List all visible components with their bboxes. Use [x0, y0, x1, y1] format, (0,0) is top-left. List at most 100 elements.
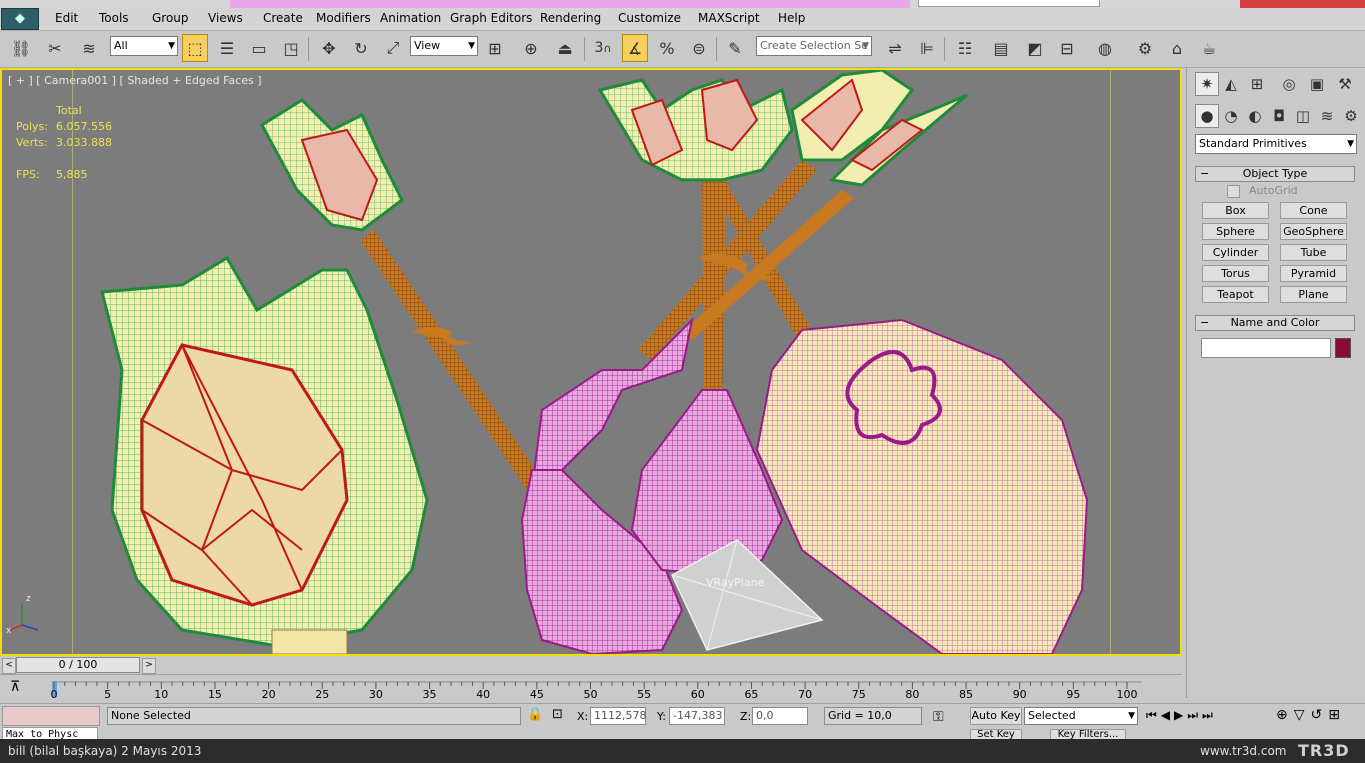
help-search-field[interactable]: [918, 0, 1100, 7]
x-coordinate-field[interactable]: 1112,578: [590, 707, 647, 725]
unlink-icon[interactable]: ✂: [42, 34, 68, 62]
geometry-category-icon[interactable]: ●: [1195, 104, 1219, 128]
key-selection-dropdown[interactable]: Selected ▼: [1024, 707, 1138, 725]
edit-named-selection-icon[interactable]: ✎: [722, 34, 748, 62]
title-bar: [0, 0, 1365, 8]
reference-coordinate-dropdown[interactable]: View ▼: [410, 36, 478, 56]
window-controls[interactable]: [1240, 0, 1365, 8]
material-editor-icon[interactable]: ◍: [1092, 34, 1118, 62]
menu-group[interactable]: Group: [152, 11, 189, 25]
auto-key-button[interactable]: Auto Key: [970, 707, 1022, 725]
geosphere-button[interactable]: GeoSphere: [1280, 223, 1347, 240]
cylinder-button[interactable]: Cylinder: [1202, 244, 1269, 261]
link-icon[interactable]: ⛓: [8, 34, 34, 62]
teapot-button[interactable]: Teapot: [1202, 286, 1269, 303]
motion-tab-icon[interactable]: ◎: [1277, 72, 1301, 96]
select-move-icon[interactable]: ✥: [316, 34, 342, 62]
align-icon[interactable]: ⊫: [914, 34, 940, 62]
autogrid-checkbox[interactable]: [1227, 185, 1240, 198]
helpers-category-icon[interactable]: ◫: [1291, 104, 1315, 128]
camera-viewport[interactable]: [ + ] [ Camera001 ] [ Shaded + Edged Fac…: [0, 68, 1182, 656]
z-coordinate-field[interactable]: 0,0: [752, 707, 808, 725]
hierarchy-tab-icon[interactable]: ⊞: [1245, 72, 1269, 96]
track-bar[interactable]: ⊼ 0 5 10 15 20 25 30 35 40 45 50 55 60 65 70 75 80 85 90 95…: [0, 674, 1182, 703]
spacewarps-category-icon[interactable]: ≋: [1315, 104, 1339, 128]
menu-help[interactable]: Help: [778, 11, 805, 25]
plane-button[interactable]: Plane: [1280, 286, 1347, 303]
lock-selection-icon[interactable]: 🔒: [527, 707, 543, 722]
menu-create[interactable]: Create: [263, 11, 303, 25]
pivot-center-icon[interactable]: ⊞: [482, 34, 508, 62]
rendered-frame-icon[interactable]: ⌂: [1164, 34, 1190, 62]
select-manipulate-icon[interactable]: ⊕: [518, 34, 544, 62]
name-color-rollout-header[interactable]: − Name and Color: [1195, 315, 1355, 331]
application-button[interactable]: ◆: [1, 8, 39, 30]
menu-animation[interactable]: Animation: [380, 11, 441, 25]
time-next-icon[interactable]: >: [142, 658, 156, 674]
tube-button[interactable]: Tube: [1280, 244, 1347, 261]
category-dropdown[interactable]: Standard Primitives ▼: [1195, 134, 1357, 154]
cameras-category-icon[interactable]: ◘: [1267, 104, 1291, 128]
torus-button[interactable]: Torus: [1202, 265, 1269, 282]
rectangular-selection-icon[interactable]: ▭: [246, 34, 272, 62]
select-object-icon[interactable]: ⬚: [182, 34, 208, 62]
modify-tab-icon[interactable]: ◭: [1219, 72, 1243, 96]
set-key-mode-icon[interactable]: ⚿: [933, 709, 944, 725]
track-tick-label: 25: [315, 688, 330, 701]
menu-customize[interactable]: Customize: [618, 11, 681, 25]
menu-tools[interactable]: Tools: [99, 11, 129, 25]
spinner-snap-icon[interactable]: ⊜: [686, 34, 712, 62]
title-highlight: [230, 0, 910, 8]
pyramid-button[interactable]: Pyramid: [1280, 265, 1347, 282]
navigation-controls[interactable]: ⊕▽↺⊞: [1276, 707, 1346, 723]
object-name-field[interactable]: [1201, 338, 1331, 358]
render-setup-icon[interactable]: ⚙: [1132, 34, 1158, 62]
curve-editor-icon[interactable]: ◩: [1022, 34, 1048, 62]
render-production-icon[interactable]: ☕: [1196, 34, 1222, 62]
schematic-view-icon[interactable]: ⊟: [1054, 34, 1080, 62]
status-bar: Max to Physc None Selected 🔒 ⊡ X: 1112,5…: [0, 703, 1365, 741]
menu-modifiers[interactable]: Modifiers: [316, 11, 371, 25]
object-color-swatch[interactable]: [1335, 338, 1351, 358]
mirror-icon[interactable]: ⇌: [882, 34, 908, 62]
angle-snap-icon[interactable]: ∡: [622, 34, 648, 62]
select-rotate-icon[interactable]: ↻: [348, 34, 374, 62]
display-tab-icon[interactable]: ▣: [1305, 72, 1329, 96]
track-tick-label: 55: [637, 688, 652, 701]
maxscript-mini-listener[interactable]: [2, 706, 100, 726]
window-crossing-icon[interactable]: ◳: [278, 34, 304, 62]
cone-button[interactable]: Cone: [1280, 202, 1347, 219]
shapes-category-icon[interactable]: ◔: [1219, 104, 1243, 128]
sphere-button[interactable]: Sphere: [1202, 223, 1269, 240]
track-tick-label: 95: [1066, 688, 1081, 701]
graphite-ribbon-icon[interactable]: ▤: [988, 34, 1014, 62]
select-scale-icon[interactable]: ⤢: [380, 34, 406, 62]
utilities-tab-icon[interactable]: ⚒: [1333, 72, 1357, 96]
absolute-mode-icon[interactable]: ⊡: [552, 707, 563, 722]
object-type-rollout-header[interactable]: − Object Type: [1195, 166, 1355, 182]
z-label: Z:: [740, 710, 752, 723]
y-coordinate-field[interactable]: -147,383: [669, 707, 725, 725]
playback-controls[interactable]: ⏮◀▶⏭⏭: [1146, 708, 1217, 723]
box-button[interactable]: Box: [1202, 202, 1269, 219]
create-tab-icon[interactable]: ✷: [1195, 72, 1219, 96]
menu-graph-editors[interactable]: Graph Editors: [450, 11, 532, 25]
select-by-name-icon[interactable]: ☰: [214, 34, 240, 62]
top-tulips: [260, 70, 968, 232]
menu-edit[interactable]: Edit: [55, 11, 78, 25]
menu-views[interactable]: Views: [208, 11, 243, 25]
layer-manager-icon[interactable]: ☷: [952, 34, 978, 62]
track-tick-label: 60: [690, 688, 705, 701]
time-prev-icon[interactable]: <: [2, 658, 16, 674]
percent-snap-icon[interactable]: %: [654, 34, 680, 62]
menu-maxscript[interactable]: MAXScript: [698, 11, 760, 25]
bind-spacewarp-icon[interactable]: ≋: [76, 34, 102, 62]
selection-filter-dropdown[interactable]: All ▼: [110, 36, 178, 56]
keyboard-shortcut-icon[interactable]: ⏏: [552, 34, 578, 62]
time-slider-thumb[interactable]: 0 / 100: [16, 657, 140, 673]
menu-rendering[interactable]: Rendering: [540, 11, 601, 25]
systems-category-icon[interactable]: ⚙: [1339, 104, 1363, 128]
snap-toggle-icon[interactable]: 3 ∩: [590, 34, 616, 62]
named-selection-sets-dropdown[interactable]: Create Selection Se ▼: [756, 36, 872, 56]
lights-category-icon[interactable]: ◐: [1243, 104, 1267, 128]
